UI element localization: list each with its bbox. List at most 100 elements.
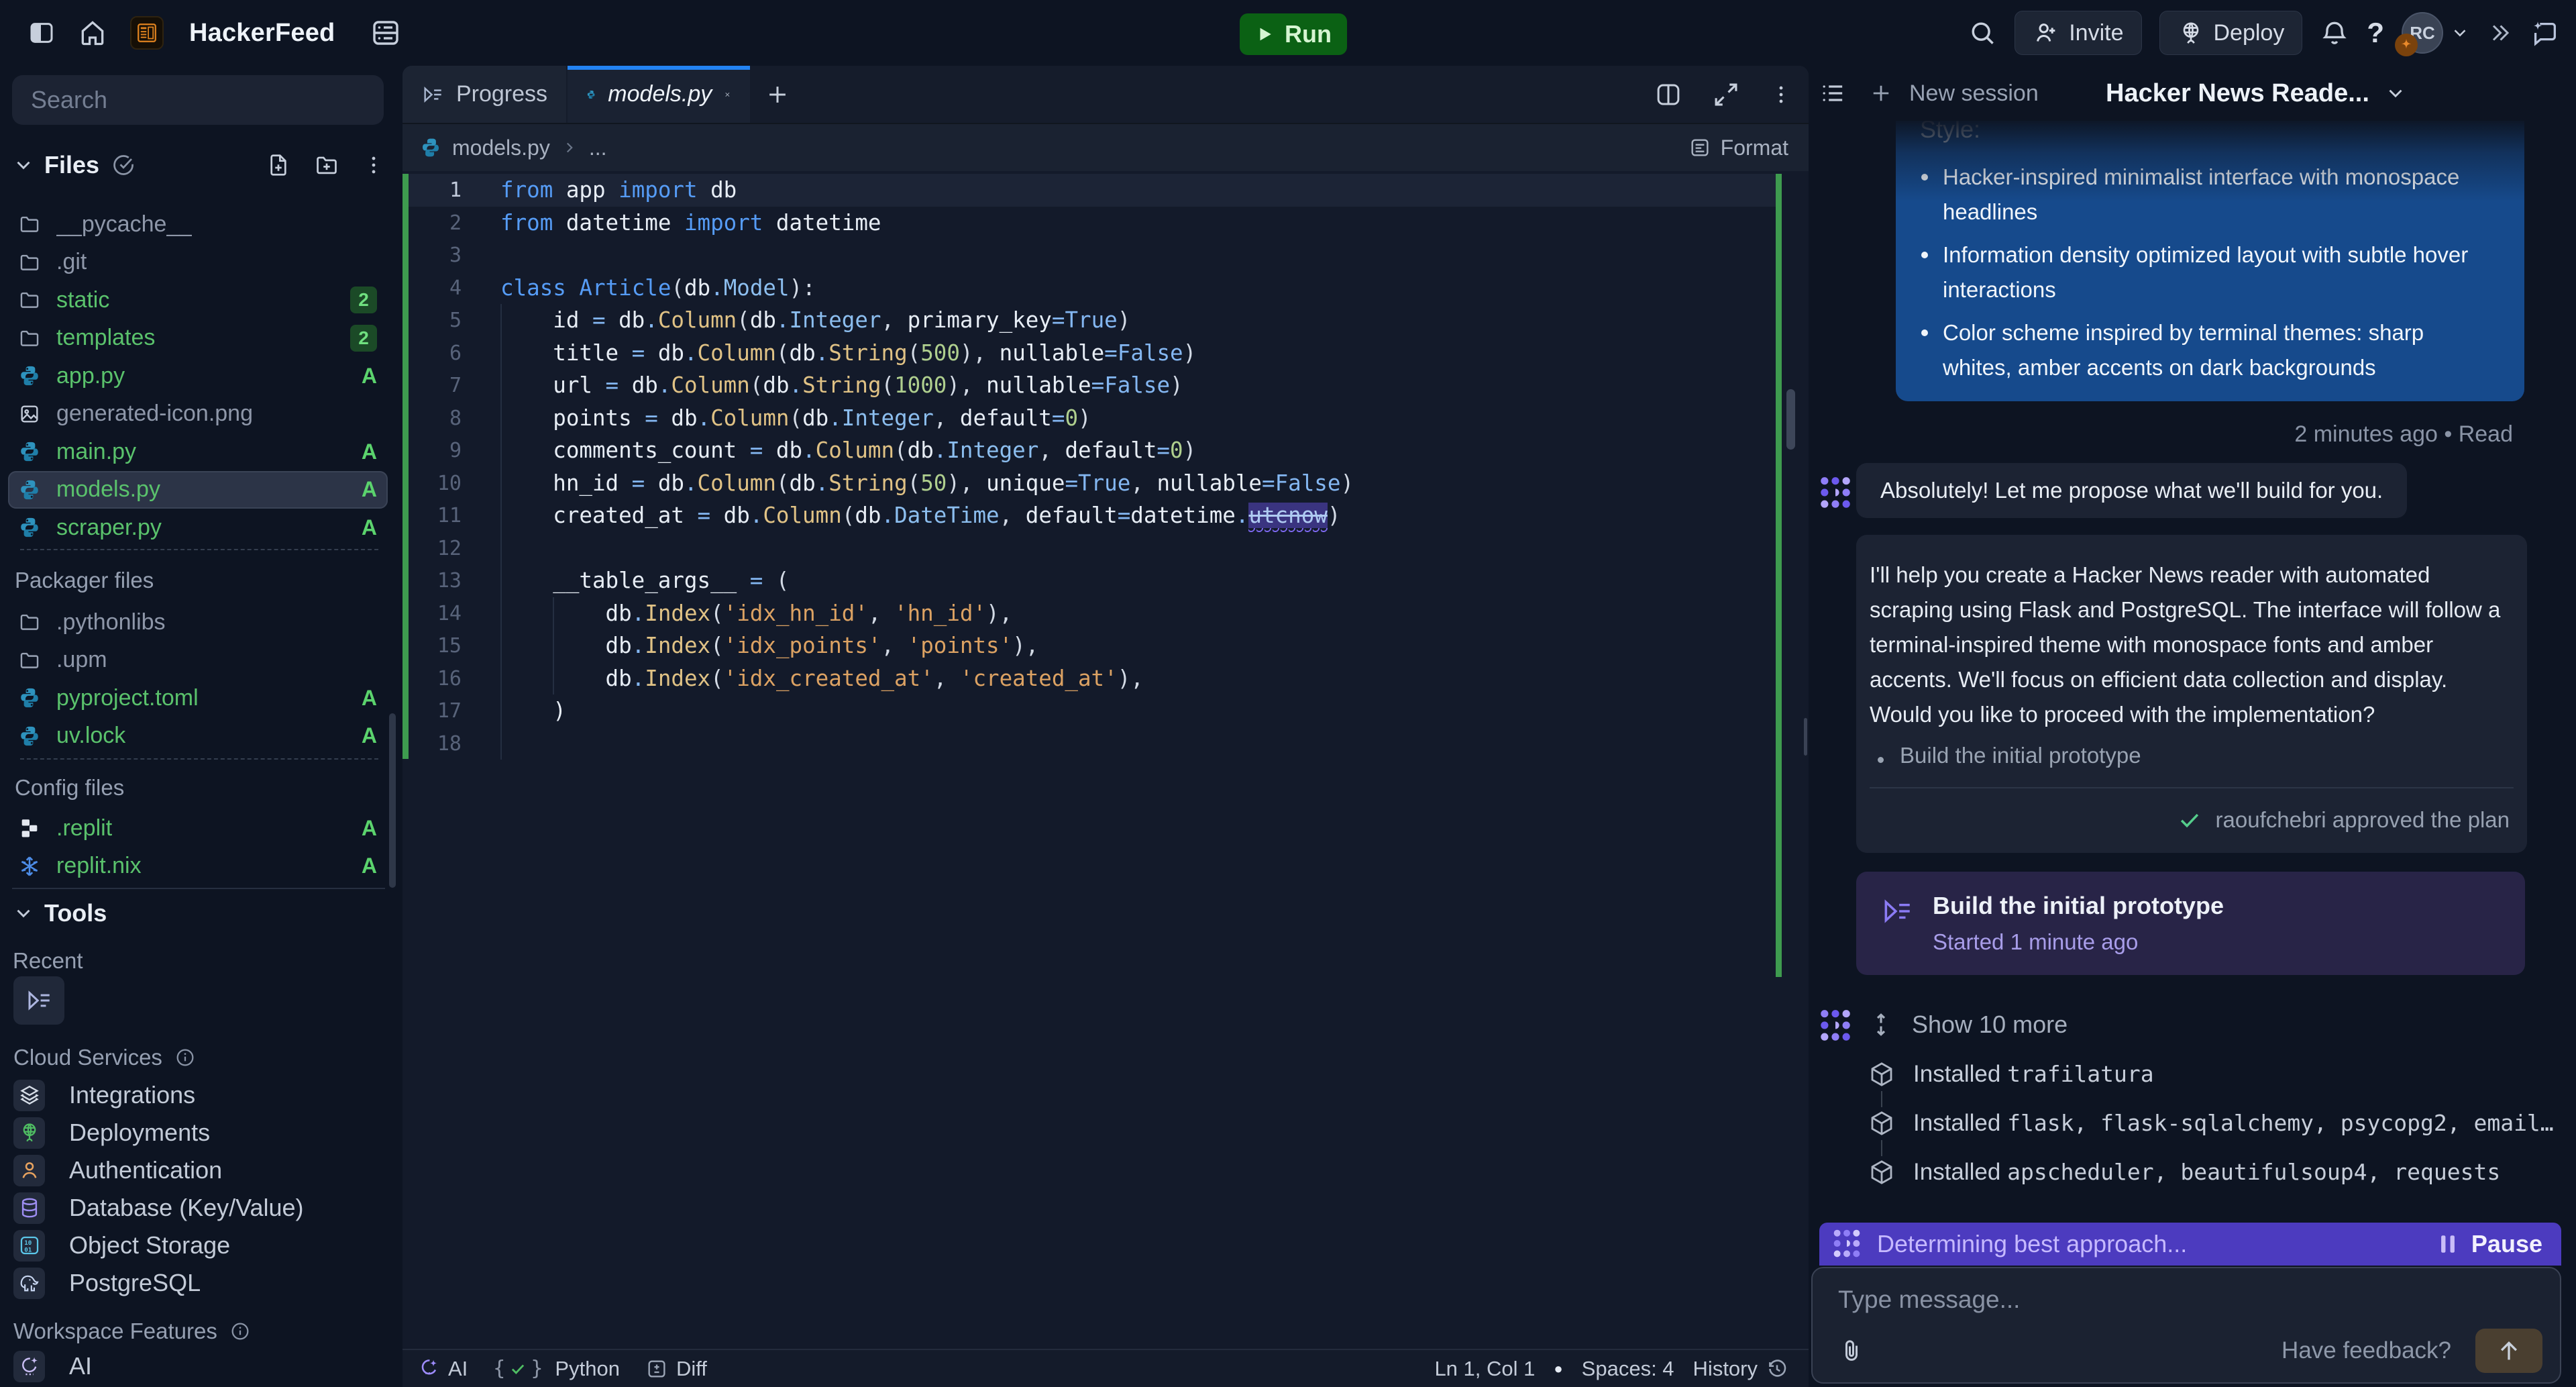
file-row[interactable]: scraper.pyA <box>8 509 388 546</box>
pause-label: Pause <box>2471 1230 2542 1258</box>
cloud-service-row[interactable]: Deployments <box>13 1114 382 1151</box>
new-folder-button[interactable] <box>314 152 339 178</box>
show-more-button[interactable]: Show 10 more <box>1868 1011 2068 1039</box>
indent-guide <box>500 304 502 760</box>
run-button[interactable]: Run <box>1240 13 1347 55</box>
close-tab-icon[interactable] <box>724 85 731 105</box>
feedback-link[interactable]: Have feedback? <box>2282 1337 2451 1364</box>
file-row[interactable]: .replitA <box>8 809 388 847</box>
editor-menu-button[interactable] <box>1770 83 1792 106</box>
tab-models-py[interactable]: models.py <box>568 66 750 123</box>
play-icon <box>1255 24 1275 44</box>
status-history[interactable]: History <box>1693 1357 1788 1381</box>
home-button[interactable] <box>78 18 107 48</box>
session-title-dropdown[interactable]: Hacker News Reade... <box>2106 79 2407 108</box>
agent-reply-text: Absolutely! Let me propose what we'll bu… <box>1880 478 2383 503</box>
recent-console-tool[interactable] <box>13 976 64 1025</box>
file-row[interactable]: pyproject.tomlA <box>8 679 388 717</box>
svg-text:01: 01 <box>24 1247 32 1254</box>
line-number: 11 <box>402 504 462 527</box>
run-button-label: Run <box>1285 20 1332 48</box>
files-section-header[interactable]: Files <box>12 145 385 185</box>
unfold-arrows-icon <box>1868 1011 1894 1038</box>
status-diff[interactable]: Diff <box>645 1357 707 1381</box>
file-row[interactable]: models.pyA <box>8 471 388 509</box>
file-name: replit.nix <box>56 853 142 879</box>
file-row[interactable]: uv.lockA <box>8 717 388 755</box>
file-name: main.py <box>56 439 136 465</box>
cloud-service-row[interactable]: Database (Key/Value) <box>13 1189 382 1227</box>
split-editor-button[interactable] <box>1654 81 1682 109</box>
tools-section-header[interactable]: Tools <box>12 899 107 927</box>
tab-progress[interactable]: Progress <box>402 66 566 123</box>
panel-resize-handle[interactable] <box>1804 718 1807 756</box>
code-editor[interactable]: 1from app import db2from datetime import… <box>402 171 1809 1349</box>
file-row[interactable]: app.pyA <box>8 357 388 395</box>
terminal-run-icon <box>421 81 444 108</box>
breadcrumb-file[interactable]: models.py <box>452 136 550 160</box>
cloud-service-row[interactable]: 1001Object Storage <box>13 1227 382 1264</box>
pause-button[interactable]: Pause <box>2438 1230 2542 1258</box>
new-tab-button[interactable] <box>761 78 794 111</box>
line-number: 18 <box>402 732 462 756</box>
attach-file-button[interactable] <box>1838 1337 1865 1364</box>
home-icon <box>78 18 107 48</box>
svg-text:10: 10 <box>24 1239 32 1247</box>
invite-button[interactable]: Invite <box>2015 11 2141 55</box>
collapse-panel-button[interactable] <box>2487 21 2512 45</box>
file-name: templates <box>56 325 155 351</box>
task-card[interactable]: Build the initial prototype Started 1 mi… <box>1856 872 2525 975</box>
file-row[interactable]: replit.nixA <box>8 847 388 885</box>
send-button[interactable] <box>2475 1329 2542 1373</box>
help-button[interactable]: ? <box>2367 17 2384 49</box>
cloud-service-row[interactable]: Integrations <box>13 1076 382 1114</box>
line-number: 12 <box>402 537 462 560</box>
message-composer[interactable]: Type message... Have feedback? <box>1811 1267 2561 1384</box>
file-row[interactable]: main.py A <box>8 433 388 470</box>
ai-chat-button[interactable] <box>2529 17 2560 48</box>
sidebar-toggle-button[interactable] <box>28 19 55 46</box>
status-spaces[interactable]: Spaces: 4 <box>1582 1357 1674 1381</box>
code-line: class Article(db.Model): <box>500 275 816 301</box>
python-file-icon <box>586 81 596 108</box>
app-icon[interactable] <box>130 16 164 50</box>
session-list-icon <box>1819 80 1846 107</box>
notifications-button[interactable] <box>2320 18 2349 48</box>
session-list-button[interactable] <box>1819 80 1846 107</box>
new-file-button[interactable] <box>266 152 291 178</box>
file-row[interactable]: __pycache__ <box>8 205 388 243</box>
new-session-button[interactable]: New session <box>1869 81 2039 107</box>
file-row[interactable]: .git <box>8 244 388 281</box>
files-menu-button[interactable] <box>362 154 385 176</box>
file-row[interactable]: templates2 <box>8 319 388 357</box>
deployments-globe-icon <box>18 1121 41 1144</box>
account-menu[interactable]: RC <box>2402 12 2470 54</box>
status-ai[interactable]: AI <box>417 1357 468 1381</box>
code-line: db.Index('idx_points', 'points'), <box>500 633 1038 658</box>
breadcrumb-more[interactable]: ... <box>589 136 607 160</box>
file-name: static <box>56 287 109 313</box>
file-row[interactable]: generated-icon.png <box>8 395 388 433</box>
agent-chat[interactable]: Style: Hacker-inspired minimalist interf… <box>1809 121 2576 1223</box>
file-row[interactable]: static2 <box>8 281 388 319</box>
editor-scrollbar-thumb[interactable] <box>1786 389 1795 450</box>
search-button[interactable] <box>1968 18 1997 48</box>
diff-icon <box>645 1357 668 1380</box>
format-button[interactable]: Format <box>1688 136 1788 160</box>
repl-resources-button[interactable] <box>370 17 402 49</box>
cloud-service-row[interactable]: Authentication <box>13 1151 382 1189</box>
expand-editor-button[interactable] <box>1712 81 1740 109</box>
file-row[interactable]: .pythonlibs <box>8 603 388 641</box>
git-added-badge: A <box>362 440 377 464</box>
sidebar-scrollbar[interactable] <box>389 713 396 888</box>
code-line: points = db.Column(db.Integer, default=0… <box>500 405 1091 431</box>
bullet-dot <box>1921 174 1928 181</box>
arrow-up-icon <box>2496 1337 2522 1364</box>
cloud-service-row[interactable]: PostgreSQL <box>13 1264 382 1302</box>
deploy-button[interactable]: Deploy <box>2159 11 2303 55</box>
status-language[interactable]: { } Python <box>493 1357 620 1381</box>
file-row[interactable]: .upm <box>8 641 388 679</box>
workspace-feature-row[interactable]: AI <box>13 1347 382 1385</box>
status-cursor-position[interactable]: Ln 1, Col 1 <box>1434 1357 1535 1381</box>
search-input[interactable]: Search <box>12 75 384 125</box>
